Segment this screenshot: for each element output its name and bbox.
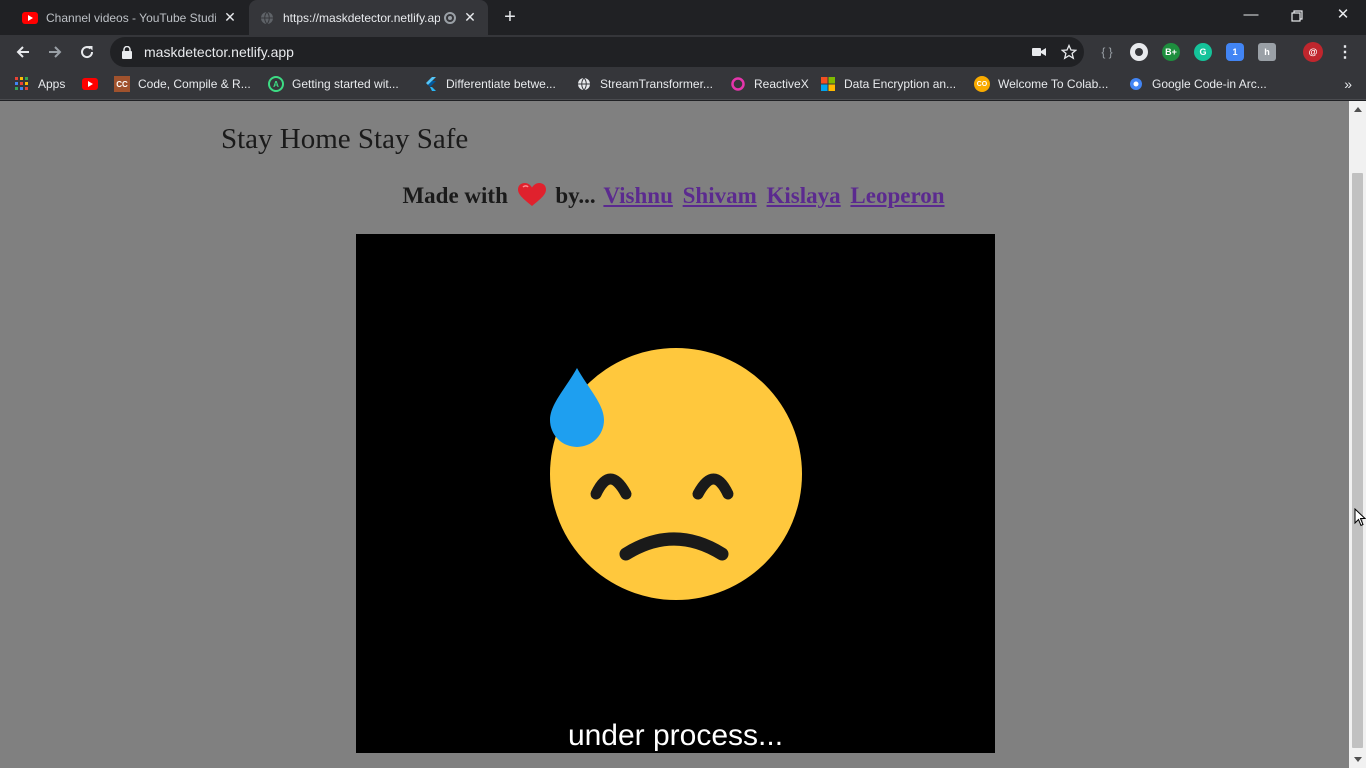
tab-title: Channel videos - YouTube Studio	[46, 10, 216, 25]
forward-button[interactable]	[42, 39, 68, 65]
address-bar[interactable]: maskdetector.netlify.app	[110, 37, 1084, 67]
sad-sweat-emoji-icon	[550, 348, 802, 600]
bookmark-label: Code, Compile & R...	[138, 77, 251, 91]
scrollbar-thumb[interactable]	[1352, 173, 1363, 748]
close-tab-icon[interactable]: ✕	[222, 9, 238, 26]
bookmarks-bar: Apps CC Code, Compile & R... A Getting s…	[0, 69, 1366, 100]
bookmark-colab[interactable]: CO Welcome To Colab...	[974, 75, 1108, 93]
colab-icon: CO	[974, 76, 990, 92]
menu-kebab-icon[interactable]: ⋮	[1336, 43, 1354, 61]
extension-record-icon[interactable]	[1130, 43, 1148, 61]
bookmark-label: StreamTransformer...	[600, 77, 713, 91]
reload-button[interactable]	[74, 39, 100, 65]
bookmark-google-code-in[interactable]: Google Code-in Arc...	[1128, 75, 1267, 93]
bookmark-label: ReactiveX	[754, 77, 809, 91]
grammarly-icon[interactable]: G	[1194, 43, 1212, 61]
bookmark-label: Data Encryption an...	[844, 77, 957, 91]
bookmark-reactivex[interactable]: ReactiveX	[730, 75, 809, 93]
scroll-up-icon[interactable]	[1349, 101, 1366, 118]
youtube-icon	[82, 76, 98, 92]
browser-toolbar: maskdetector.netlify.app { } B+ G 1 h @ …	[0, 35, 1366, 69]
page-content: Stay Home Stay Safe Made with by... Vish…	[0, 101, 1349, 768]
heart-icon	[517, 183, 546, 213]
tab-youtube-studio[interactable]: Channel videos - YouTube Studio ✕	[12, 0, 248, 35]
recording-indicator-icon	[444, 11, 456, 24]
new-tab-button[interactable]: +	[499, 6, 521, 28]
page-heading: Stay Home Stay Safe	[221, 123, 469, 155]
bookmarks-overflow-icon[interactable]: »	[1344, 76, 1352, 92]
bookmark-label: Differentiate betwe...	[446, 77, 556, 91]
author-link-leoperon[interactable]: Leoperon	[850, 183, 944, 208]
lock-icon[interactable]	[122, 45, 132, 59]
bookmark-label: Apps	[38, 77, 66, 91]
page-scrollbar[interactable]	[1349, 101, 1366, 768]
bookmark-label: Google Code-in Arc...	[1152, 77, 1267, 91]
globe-icon	[576, 76, 592, 92]
bookmark-label: Welcome To Colab...	[998, 77, 1109, 91]
extension-brackets-icon[interactable]: { }	[1098, 43, 1116, 61]
flutter-icon	[422, 76, 438, 92]
author-link-vishnu[interactable]: Vishnu	[603, 183, 672, 208]
bookmark-star-icon[interactable]	[1054, 44, 1084, 60]
tab-maskdetector[interactable]: https://maskdetector.netlify.app ✕	[249, 0, 488, 35]
bookmark-apps[interactable]: Apps	[14, 75, 65, 93]
bookmark-data-encryption[interactable]: Data Encryption an...	[820, 75, 956, 93]
back-button[interactable]	[10, 39, 36, 65]
bookmark-youtube[interactable]	[82, 75, 106, 93]
reactivex-icon	[730, 76, 746, 92]
globe-icon	[259, 10, 275, 26]
author-link-shivam[interactable]: Shivam	[683, 183, 757, 208]
video-feed: under process...	[356, 234, 995, 753]
extension-bplus-icon[interactable]: B+	[1162, 43, 1180, 61]
google-code-in-icon	[1128, 76, 1144, 92]
microsoft-icon	[820, 76, 836, 92]
android-studio-icon: A	[268, 76, 284, 92]
url-text[interactable]: maskdetector.netlify.app	[144, 44, 1024, 60]
video-caption: under process...	[567, 719, 784, 752]
bookmark-streamtransformer[interactable]: StreamTransformer...	[576, 75, 713, 93]
close-tab-icon[interactable]: ✕	[462, 9, 478, 26]
youtube-icon	[22, 10, 38, 26]
bookmark-code-compile[interactable]: CC Code, Compile & R...	[114, 75, 251, 93]
bookmark-differentiate[interactable]: Differentiate betwe...	[422, 75, 556, 93]
profile-avatar-icon[interactable]: @	[1303, 42, 1323, 62]
camera-icon[interactable]	[1024, 47, 1054, 57]
close-window-icon[interactable]: ✕	[1320, 0, 1366, 32]
author-link-kislaya[interactable]: Kislaya	[767, 183, 841, 208]
tab-strip: Channel videos - YouTube Studio ✕ https:…	[0, 0, 1366, 35]
bookmark-label: Getting started wit...	[292, 77, 399, 91]
apps-grid-icon	[14, 76, 30, 92]
tab-title: https://maskdetector.netlify.app	[283, 10, 440, 25]
bookmark-getting-started[interactable]: A Getting started wit...	[268, 75, 399, 93]
credits-line: Made with by... Vishnu Shivam Kislaya Le…	[0, 183, 1349, 213]
minimize-icon[interactable]: —	[1228, 0, 1274, 32]
scroll-down-icon[interactable]	[1349, 751, 1366, 768]
extension-puzzle-icon[interactable]: h	[1258, 43, 1276, 61]
made-with-text: Made with	[402, 183, 508, 208]
extension-badge-icon[interactable]: 1	[1226, 43, 1244, 61]
by-text: by...	[555, 183, 596, 208]
restore-icon[interactable]	[1274, 0, 1320, 32]
code-compile-icon: CC	[114, 76, 130, 92]
mouse-cursor-icon	[1354, 508, 1366, 527]
